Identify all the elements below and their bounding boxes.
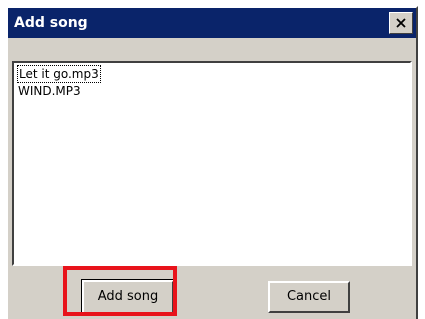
add-song-dialog: Add song Let it go.mp3 WIND.MP3 Add song… <box>6 6 418 319</box>
add-song-button[interactable]: Add song <box>81 279 175 315</box>
close-icon <box>396 18 406 28</box>
list-item[interactable]: Let it go.mp3 <box>17 65 101 83</box>
title-bar: Add song <box>8 8 416 38</box>
cancel-button[interactable]: Cancel <box>268 281 350 313</box>
close-button[interactable] <box>389 12 413 34</box>
dialog-title: Add song <box>14 15 88 31</box>
song-listbox[interactable]: Let it go.mp3 WIND.MP3 <box>12 61 412 266</box>
list-item[interactable]: WIND.MP3 <box>18 83 81 99</box>
